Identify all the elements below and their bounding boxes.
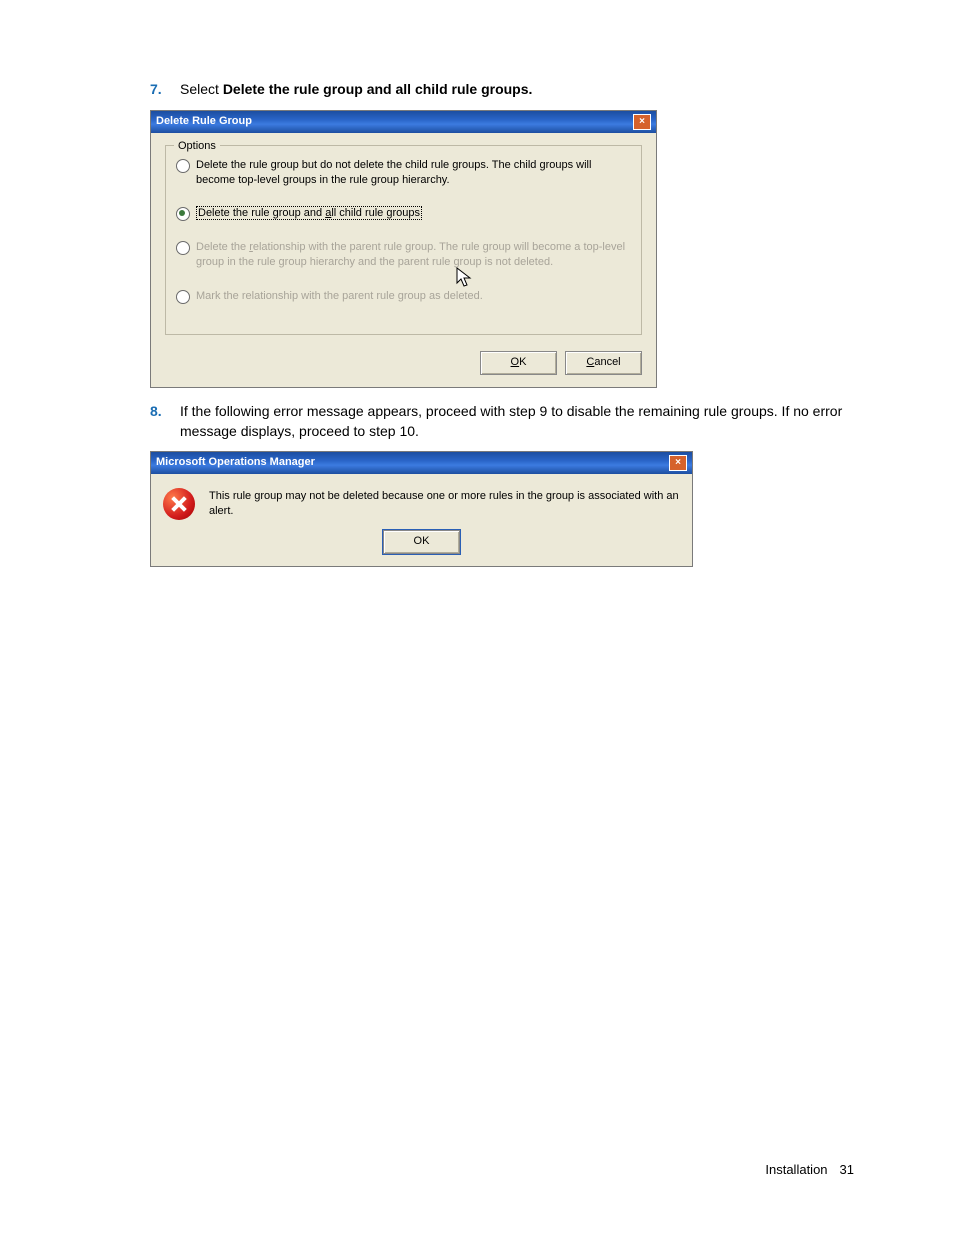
options-fieldset: Options Delete the rule group but do not…	[165, 145, 642, 335]
dialog-title: Microsoft Operations Manager	[156, 455, 315, 470]
footer-page-number: 31	[840, 1162, 854, 1177]
ok-accel: O	[511, 356, 520, 368]
option-mark-deleted[interactable]: Mark the relationship with the parent ru…	[176, 289, 631, 304]
option-label: Mark the relationship with the parent ru…	[196, 289, 631, 304]
dialog-button-row: OK Cancel	[151, 345, 656, 387]
step-7-prefix: Select	[180, 81, 223, 97]
step-text: If the following error message appears, …	[180, 402, 854, 441]
page-footer: Installation 31	[765, 1161, 854, 1179]
option-delete-all[interactable]: Delete the rule group and all child rule…	[176, 206, 631, 221]
step-7-bold: Delete the rule group and all child rule…	[223, 81, 533, 97]
option-label: Delete the rule group and all child rule…	[196, 206, 631, 221]
step-7: 7. Select Delete the rule group and all …	[150, 80, 854, 100]
options-legend: Options	[174, 139, 220, 154]
opt3-post: elationship with the parent rule group. …	[196, 241, 625, 268]
ok-button[interactable]: OK	[383, 530, 460, 554]
error-icon	[163, 488, 195, 520]
option-delete-relationship[interactable]: Delete the relationship with the parent …	[176, 240, 631, 271]
close-icon[interactable]: ×	[669, 455, 687, 471]
radio-icon	[176, 241, 190, 255]
dialog-titlebar: Delete Rule Group ×	[151, 111, 656, 133]
ok-rest: K	[519, 356, 526, 368]
footer-section: Installation	[765, 1162, 827, 1177]
step-text: Select Delete the rule group and all chi…	[180, 80, 854, 100]
step-number: 7.	[150, 80, 180, 100]
dialog-title: Delete Rule Group	[156, 114, 252, 129]
ok-button[interactable]: OK	[480, 351, 557, 375]
option-label: Delete the rule group but do not delete …	[196, 158, 631, 189]
error-message: This rule group may not be deleted becau…	[209, 489, 680, 520]
cancel-rest: ancel	[594, 356, 620, 368]
opt2-post: ll child rule groups	[331, 207, 420, 219]
cursor-icon	[456, 267, 474, 294]
step-number: 8.	[150, 402, 180, 422]
step-8: 8. If the following error message appear…	[150, 402, 854, 441]
radio-icon	[176, 207, 190, 221]
delete-rule-group-dialog: Delete Rule Group × Options Delete the r…	[150, 110, 657, 388]
error-button-row: OK	[151, 526, 692, 566]
error-dialog: Microsoft Operations Manager × This rule…	[150, 451, 693, 567]
radio-icon	[176, 290, 190, 304]
opt2-pre: Delete the rule group and	[198, 207, 325, 219]
opt3-pre: Delete the	[196, 241, 249, 253]
dialog-titlebar: Microsoft Operations Manager ×	[151, 452, 692, 474]
cancel-button[interactable]: Cancel	[565, 351, 642, 375]
document-page: 7. Select Delete the rule group and all …	[0, 0, 954, 1235]
error-body: This rule group may not be deleted becau…	[151, 474, 692, 526]
close-icon[interactable]: ×	[633, 114, 651, 130]
option-delete-keep-children[interactable]: Delete the rule group but do not delete …	[176, 158, 631, 189]
radio-icon	[176, 159, 190, 173]
option-label: Delete the relationship with the parent …	[196, 240, 631, 271]
